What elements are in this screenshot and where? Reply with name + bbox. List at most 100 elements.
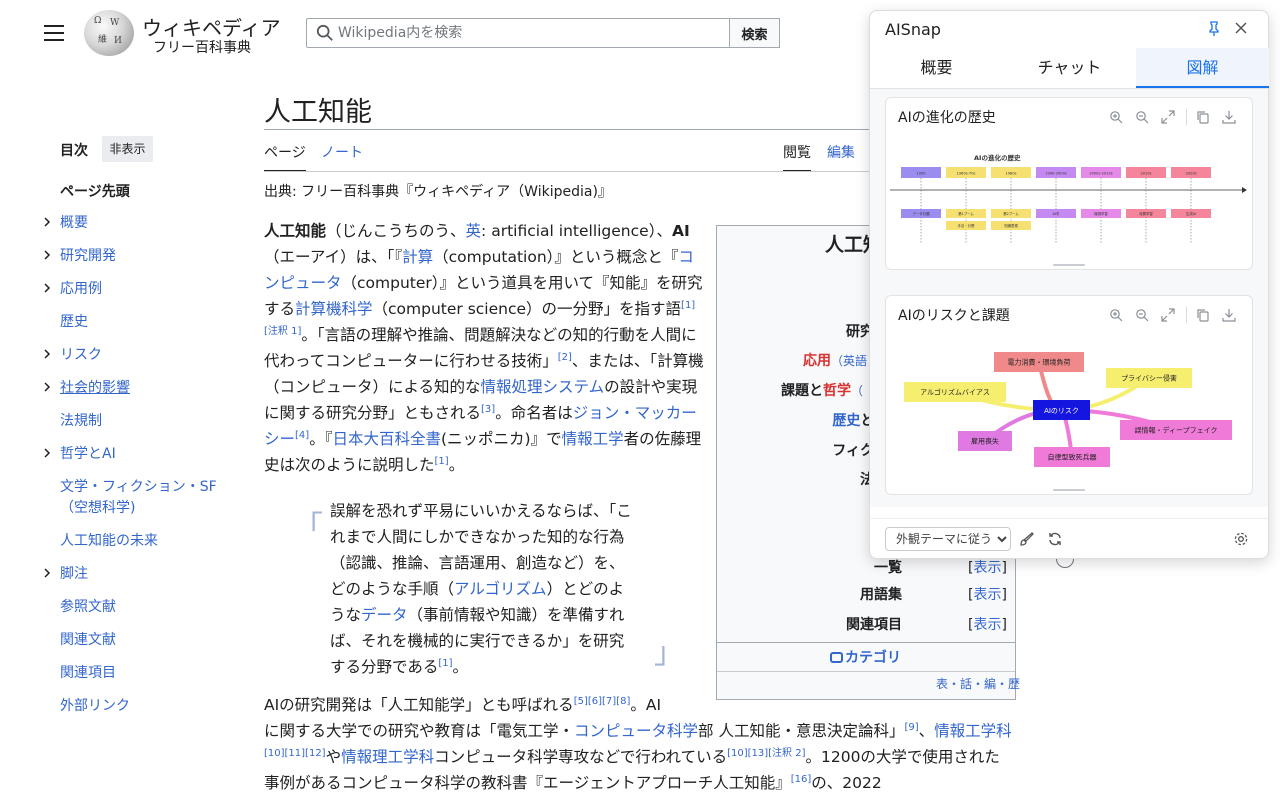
tab-read[interactable]: 閲覧 — [783, 142, 811, 172]
timeline-event-label: 深層学習 — [1139, 211, 1153, 216]
chevron-right-icon[interactable] — [41, 249, 53, 261]
infobox-show-toggle[interactable]: [表示] — [968, 584, 1007, 604]
timeline-diagram[interactable]: AIの進化の歴史 1950 データ分類 1960s-70s 第1ブーム手法・分野 1980… — [888, 140, 1250, 252]
toc-item[interactable]: リスク — [60, 345, 102, 366]
theme-select[interactable]: 外観テーマに従う — [885, 527, 1011, 551]
toc-item[interactable]: 概要 — [60, 213, 88, 234]
citation-link[interactable]: [3] — [481, 404, 495, 415]
toc-item[interactable]: 法規制 — [60, 411, 102, 432]
tab-talk[interactable]: ノート — [321, 142, 363, 162]
chevron-right-icon[interactable] — [41, 216, 53, 228]
toc-item[interactable]: 社会的影響 — [60, 378, 130, 399]
toc-hide-button[interactable]: 非表示 — [102, 136, 153, 162]
text-run: 、 — [918, 722, 935, 740]
panel-tab-chat[interactable]: チャット — [1003, 48, 1136, 88]
search-input[interactable] — [338, 20, 723, 46]
infobox-row-label: 関連項目 — [846, 614, 902, 634]
infobox-nav-links[interactable]: 表・話・編・歴 — [936, 675, 1020, 692]
timeline-event-label: データ分類 — [913, 211, 931, 216]
download-icon[interactable] — [1222, 308, 1236, 322]
infobox-category-link[interactable]: カテゴリ — [830, 647, 901, 667]
citation-link[interactable]: [9] — [904, 722, 918, 733]
toc-item[interactable]: 歴史 — [60, 312, 88, 333]
zoom-out-icon[interactable] — [1135, 308, 1149, 322]
citation-link[interactable]: [2] — [558, 352, 572, 363]
show-link[interactable]: 表示 — [973, 617, 1001, 633]
diagram-card-title: AIのリスクと課題 — [898, 308, 1010, 324]
citation-link[interactable]: [10][13][注釈 2] — [727, 748, 805, 759]
article-link[interactable]: 情報理工学科 — [341, 748, 434, 766]
toc-item[interactable]: 研究開発 — [60, 246, 116, 267]
article-link[interactable]: 計算機科学 — [295, 300, 373, 318]
mindmap-diagram[interactable]: AIのリスク 電力消費・環境負荷プライバシー侵害誤情報・ディープフェイク自律型致死… — [888, 340, 1250, 480]
article-link[interactable]: 情報工学科 — [934, 722, 1012, 740]
infobox-show-toggle[interactable]: [表示] — [968, 614, 1007, 634]
wikipedia-logo-icon[interactable]: ΩW維И — [84, 10, 134, 56]
bracket: ] — [1001, 617, 1007, 633]
pin-icon[interactable] — [1206, 21, 1222, 37]
toc-item[interactable]: 哲学とAI — [60, 444, 116, 465]
zoom-in-icon[interactable] — [1109, 308, 1123, 322]
article-link[interactable]: データ — [361, 606, 408, 624]
timeline-era-label: 2000s-2010s — [1089, 172, 1112, 176]
zoom-in-icon[interactable] — [1109, 110, 1123, 124]
citation-link[interactable]: [16] — [791, 774, 812, 785]
article-link[interactable]: アルゴリズム — [454, 580, 547, 598]
show-link[interactable]: 表示 — [973, 587, 1001, 603]
zoom-out-icon[interactable] — [1135, 110, 1149, 124]
text-run: に関する大学での研究や教育は「電気工学・ — [264, 722, 575, 740]
toc-item[interactable]: 文学・フィクション・SF （空想科学) — [60, 477, 217, 519]
chevron-right-icon[interactable] — [41, 381, 53, 393]
article-link[interactable]: コンピュータ科学 — [574, 722, 698, 740]
toc-item[interactable]: 参照文献 — [60, 597, 116, 618]
toc-item[interactable]: 関連項目 — [60, 663, 116, 684]
brush-icon[interactable] — [1019, 531, 1035, 547]
article-link[interactable]: 日本大百科全書 — [332, 430, 441, 448]
resize-handle[interactable] — [1053, 489, 1085, 491]
toc-item[interactable]: 関連文献 — [60, 630, 116, 651]
toolbar-separator — [1186, 109, 1187, 125]
download-icon[interactable] — [1222, 110, 1236, 124]
quote-open-mark: 「 — [293, 510, 323, 545]
citation-link[interactable]: [1] — [435, 456, 449, 467]
refresh-icon[interactable] — [1047, 531, 1063, 547]
text-run: 。 — [448, 456, 465, 474]
toc-item[interactable]: 人工知能の未来 — [60, 531, 158, 552]
article-link[interactable]: 情報工学 — [562, 430, 624, 448]
chevron-right-icon[interactable] — [41, 567, 53, 579]
chevron-right-icon[interactable] — [41, 348, 53, 360]
toc-item-top[interactable]: ページ先頭 — [60, 181, 130, 201]
panel-tab-summary[interactable]: 概要 — [870, 48, 1003, 88]
fullscreen-icon[interactable] — [1161, 110, 1175, 124]
copy-icon[interactable] — [1196, 308, 1210, 322]
infobox-show-toggle[interactable]: [表示] — [968, 557, 1007, 577]
close-icon[interactable] — [1234, 21, 1248, 35]
copy-icon[interactable] — [1196, 110, 1210, 124]
toc-item[interactable]: 脚注 — [60, 564, 88, 585]
citation-link[interactable]: [1] — [438, 658, 452, 669]
research-paragraph: AIの研究開発は「人工知能学」とも呼ばれる[5][6][7][8]。AI — [264, 692, 704, 718]
infobox-row-label: 課題と哲学（ — [781, 380, 863, 400]
citation-link[interactable]: [10][11][12] — [264, 748, 326, 759]
tab-edit[interactable]: 編集 — [827, 142, 855, 162]
toc-item[interactable]: 応用例 — [60, 279, 102, 300]
search-button[interactable]: 検索 — [729, 18, 780, 48]
chevron-right-icon[interactable] — [41, 282, 53, 294]
settings-icon[interactable] — [1233, 531, 1249, 547]
chevron-right-icon[interactable] — [41, 447, 53, 459]
article-link[interactable]: 英 — [466, 222, 482, 240]
resize-handle[interactable] — [1053, 264, 1085, 266]
intro-paragraph: 人工知能（じんこうちのう、英: artificial intelligence）… — [264, 218, 704, 478]
tab-page[interactable]: ページ — [264, 142, 306, 172]
fullscreen-icon[interactable] — [1161, 308, 1175, 322]
toc-item[interactable]: 外部リンク — [60, 696, 130, 717]
citation-link[interactable]: [4] — [295, 430, 309, 441]
article-link[interactable]: 情報処理システム — [481, 378, 605, 396]
panel-title: AISnap — [885, 20, 941, 39]
search-icon — [316, 24, 333, 41]
show-link[interactable]: 表示 — [973, 560, 1001, 576]
citation-link[interactable]: [5][6][7][8] — [574, 696, 631, 707]
article-link[interactable]: 計算 — [402, 248, 433, 266]
main-menu-button[interactable] — [44, 25, 64, 41]
panel-tab-diagram[interactable]: 図解 — [1136, 48, 1269, 88]
